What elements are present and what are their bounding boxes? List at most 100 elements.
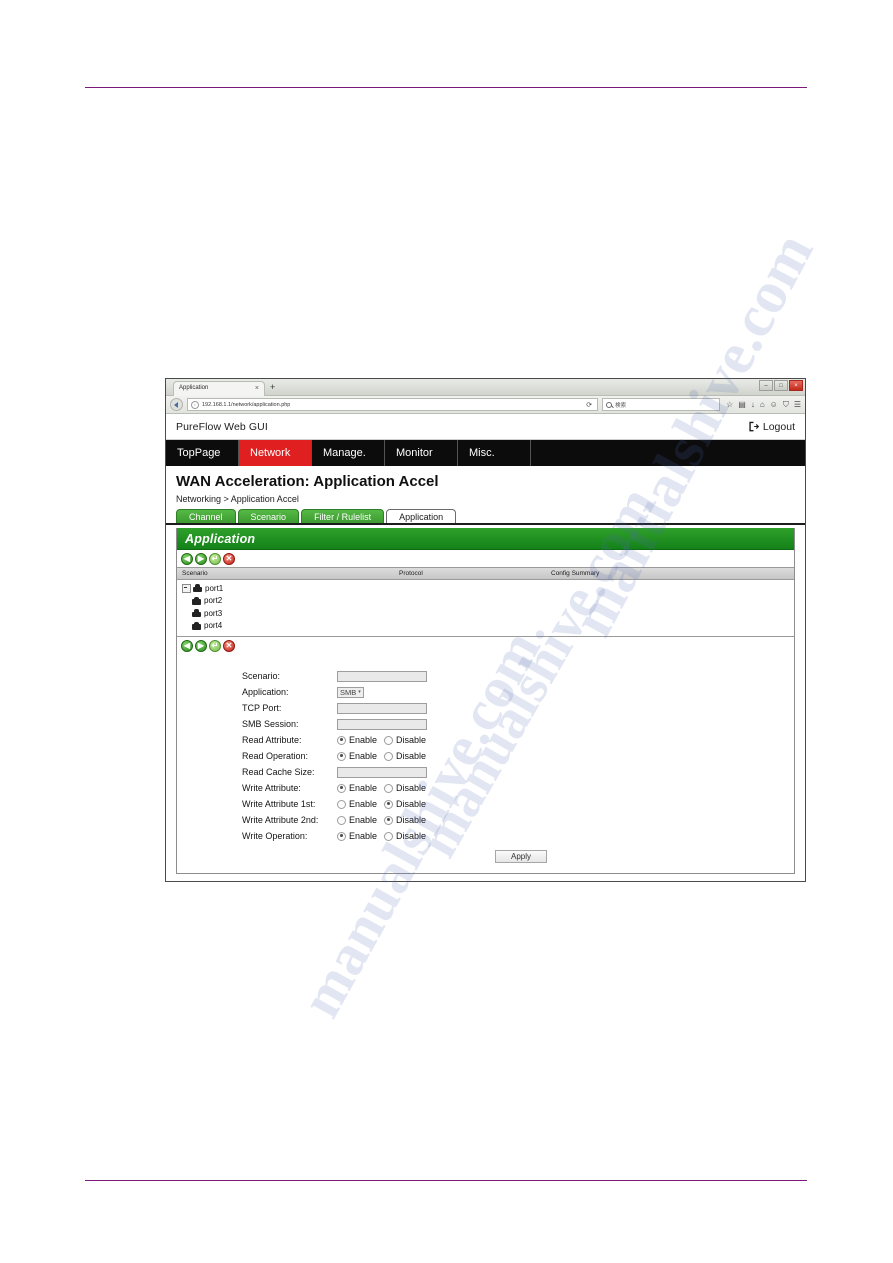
label-scenario: Scenario: [242,671,281,681]
return-icon: ↵ [211,553,219,563]
menu-icon[interactable]: ☰ [794,400,801,409]
radio-label: Enable [349,831,378,841]
download-icon[interactable]: ↓ [751,400,755,409]
close-x-icon: ✕ [225,553,233,563]
home-icon[interactable]: ⌂ [760,400,765,409]
previous-icon: ◀ [183,553,191,563]
new-tab-icon[interactable]: + [270,382,275,393]
reload-icon[interactable]: ⟳ [586,401,594,409]
form-row-scenario: Scenario: [177,668,794,684]
tcp-port-input[interactable] [337,702,427,714]
browser-window: Application × + – □ × i 192.168.1.1/netw… [165,378,806,882]
scenario-input[interactable] [337,670,427,682]
label-read-cache-size: Read Cache Size: [242,767,315,777]
tab-close-icon[interactable]: × [255,382,259,395]
radio-icon[interactable] [384,815,394,825]
read-attribute-enable[interactable]: Enable [337,735,377,745]
write-attribute-1st-enable[interactable]: Enable [337,799,377,809]
logout-button[interactable]: Logout [748,421,795,433]
url-input[interactable]: i 192.168.1.1/network/application.php ⟳ [187,398,599,411]
form-row-tcp-port: TCP Port: [177,700,794,716]
minimize-button[interactable]: – [759,380,773,391]
write-attribute-2nd-enable[interactable]: Enable [337,815,377,825]
write-attribute-1st-disable[interactable]: Disable [384,799,426,809]
next-button[interactable]: ▶ [195,552,207,565]
browser-title-bar: Application × + – □ × [166,379,805,396]
radio-icon[interactable] [337,815,346,825]
search-placeholder: 検索 [615,402,627,409]
previous-button[interactable]: ◀ [181,552,193,565]
chevron-down-icon: ▾ [358,688,361,695]
apply-change-button[interactable]: ↵ [209,552,221,565]
write-attribute-disable[interactable]: Disable [384,783,426,793]
nav-item-toppage[interactable]: TopPage [166,440,239,466]
column-header-config-summary: Config Summary [551,570,600,577]
label-write-attribute-2nd: Write Attribute 2nd: [242,815,319,825]
application-select[interactable]: SMB ▾ [337,686,364,698]
bookmark-star-icon[interactable]: ☆ [726,400,733,409]
form-row-read-cache-size: Read Cache Size: [177,764,794,780]
port-icon [193,584,202,593]
minimize-icon: – [764,382,768,389]
next-button[interactable]: ▶ [195,639,207,652]
tab-filter-rulelist[interactable]: Filter / Rulelist [301,509,385,523]
form-row-write-attribute-2nd: Write Attribute 2nd: Enable Disable [177,812,794,828]
radio-icon[interactable] [384,735,394,745]
nav-item-network[interactable]: Network [239,440,312,466]
write-operation-enable[interactable]: Enable [337,831,377,841]
close-button[interactable]: × [789,380,803,391]
search-icon [606,401,613,408]
radio-icon[interactable] [384,799,394,809]
maximize-button[interactable]: □ [774,380,788,391]
breadcrumb: Networking > Application Accel [176,494,299,504]
radio-icon[interactable] [337,783,346,793]
tab-application[interactable]: Application [386,509,457,523]
collapse-icon[interactable] [182,583,191,593]
read-cache-size-input[interactable] [337,766,427,778]
main-nav: TopPage Network Manage. Monitor Misc. [166,440,805,466]
row-label: port4 [204,621,223,631]
app-brand: PureFlow Web GUI [176,420,268,433]
page-header-rule [85,87,807,88]
read-operation-disable[interactable]: Disable [384,751,426,761]
table-row[interactable]: port3 [177,607,794,620]
search-input[interactable]: 検索 [602,398,721,411]
account-icon[interactable]: ☺ [770,400,778,409]
apply-change-button[interactable]: ↵ [209,639,221,652]
read-operation-enable[interactable]: Enable [337,751,377,761]
read-attribute-disable[interactable]: Disable [384,735,426,745]
browser-tab[interactable]: Application × [173,381,265,396]
delete-button[interactable]: ✕ [223,552,235,565]
radio-icon[interactable] [337,831,346,841]
radio-icon[interactable] [384,783,394,793]
logout-icon [749,421,759,432]
nav-item-manage[interactable]: Manage. [312,440,385,466]
apply-button[interactable]: Apply [495,850,547,863]
write-attribute-enable[interactable]: Enable [337,783,377,793]
radio-icon[interactable] [337,799,346,809]
nav-item-monitor[interactable]: Monitor [385,440,458,466]
tab-scenario[interactable]: Scenario [237,509,300,523]
tab-channel[interactable]: Channel [176,509,236,523]
delete-button[interactable]: ✕ [223,639,235,652]
radio-icon[interactable] [384,751,394,761]
write-operation-disable[interactable]: Disable [384,831,426,841]
table-row[interactable]: port2 [177,595,794,608]
table-row[interactable]: port1 [177,582,794,595]
library-icon[interactable]: ▤ [738,400,746,409]
table-row[interactable]: port4 [177,620,794,633]
smb-session-input[interactable] [337,718,427,730]
radio-icon[interactable] [337,751,346,761]
site-info-icon[interactable]: i [191,400,199,409]
nav-item-misc[interactable]: Misc. [458,440,531,466]
write-attribute-2nd-disable[interactable]: Disable [384,815,426,825]
radio-icon[interactable] [337,735,346,745]
shield-icon[interactable]: ⛉ [783,400,789,409]
previous-button[interactable]: ◀ [181,639,193,652]
logout-label: Logout [762,420,795,433]
back-icon[interactable] [170,398,183,411]
radio-icon[interactable] [384,831,394,841]
radio-label: Enable [349,815,378,825]
table-header: Scenario Protocol Config Summary [177,567,794,580]
previous-icon: ◀ [183,640,191,650]
